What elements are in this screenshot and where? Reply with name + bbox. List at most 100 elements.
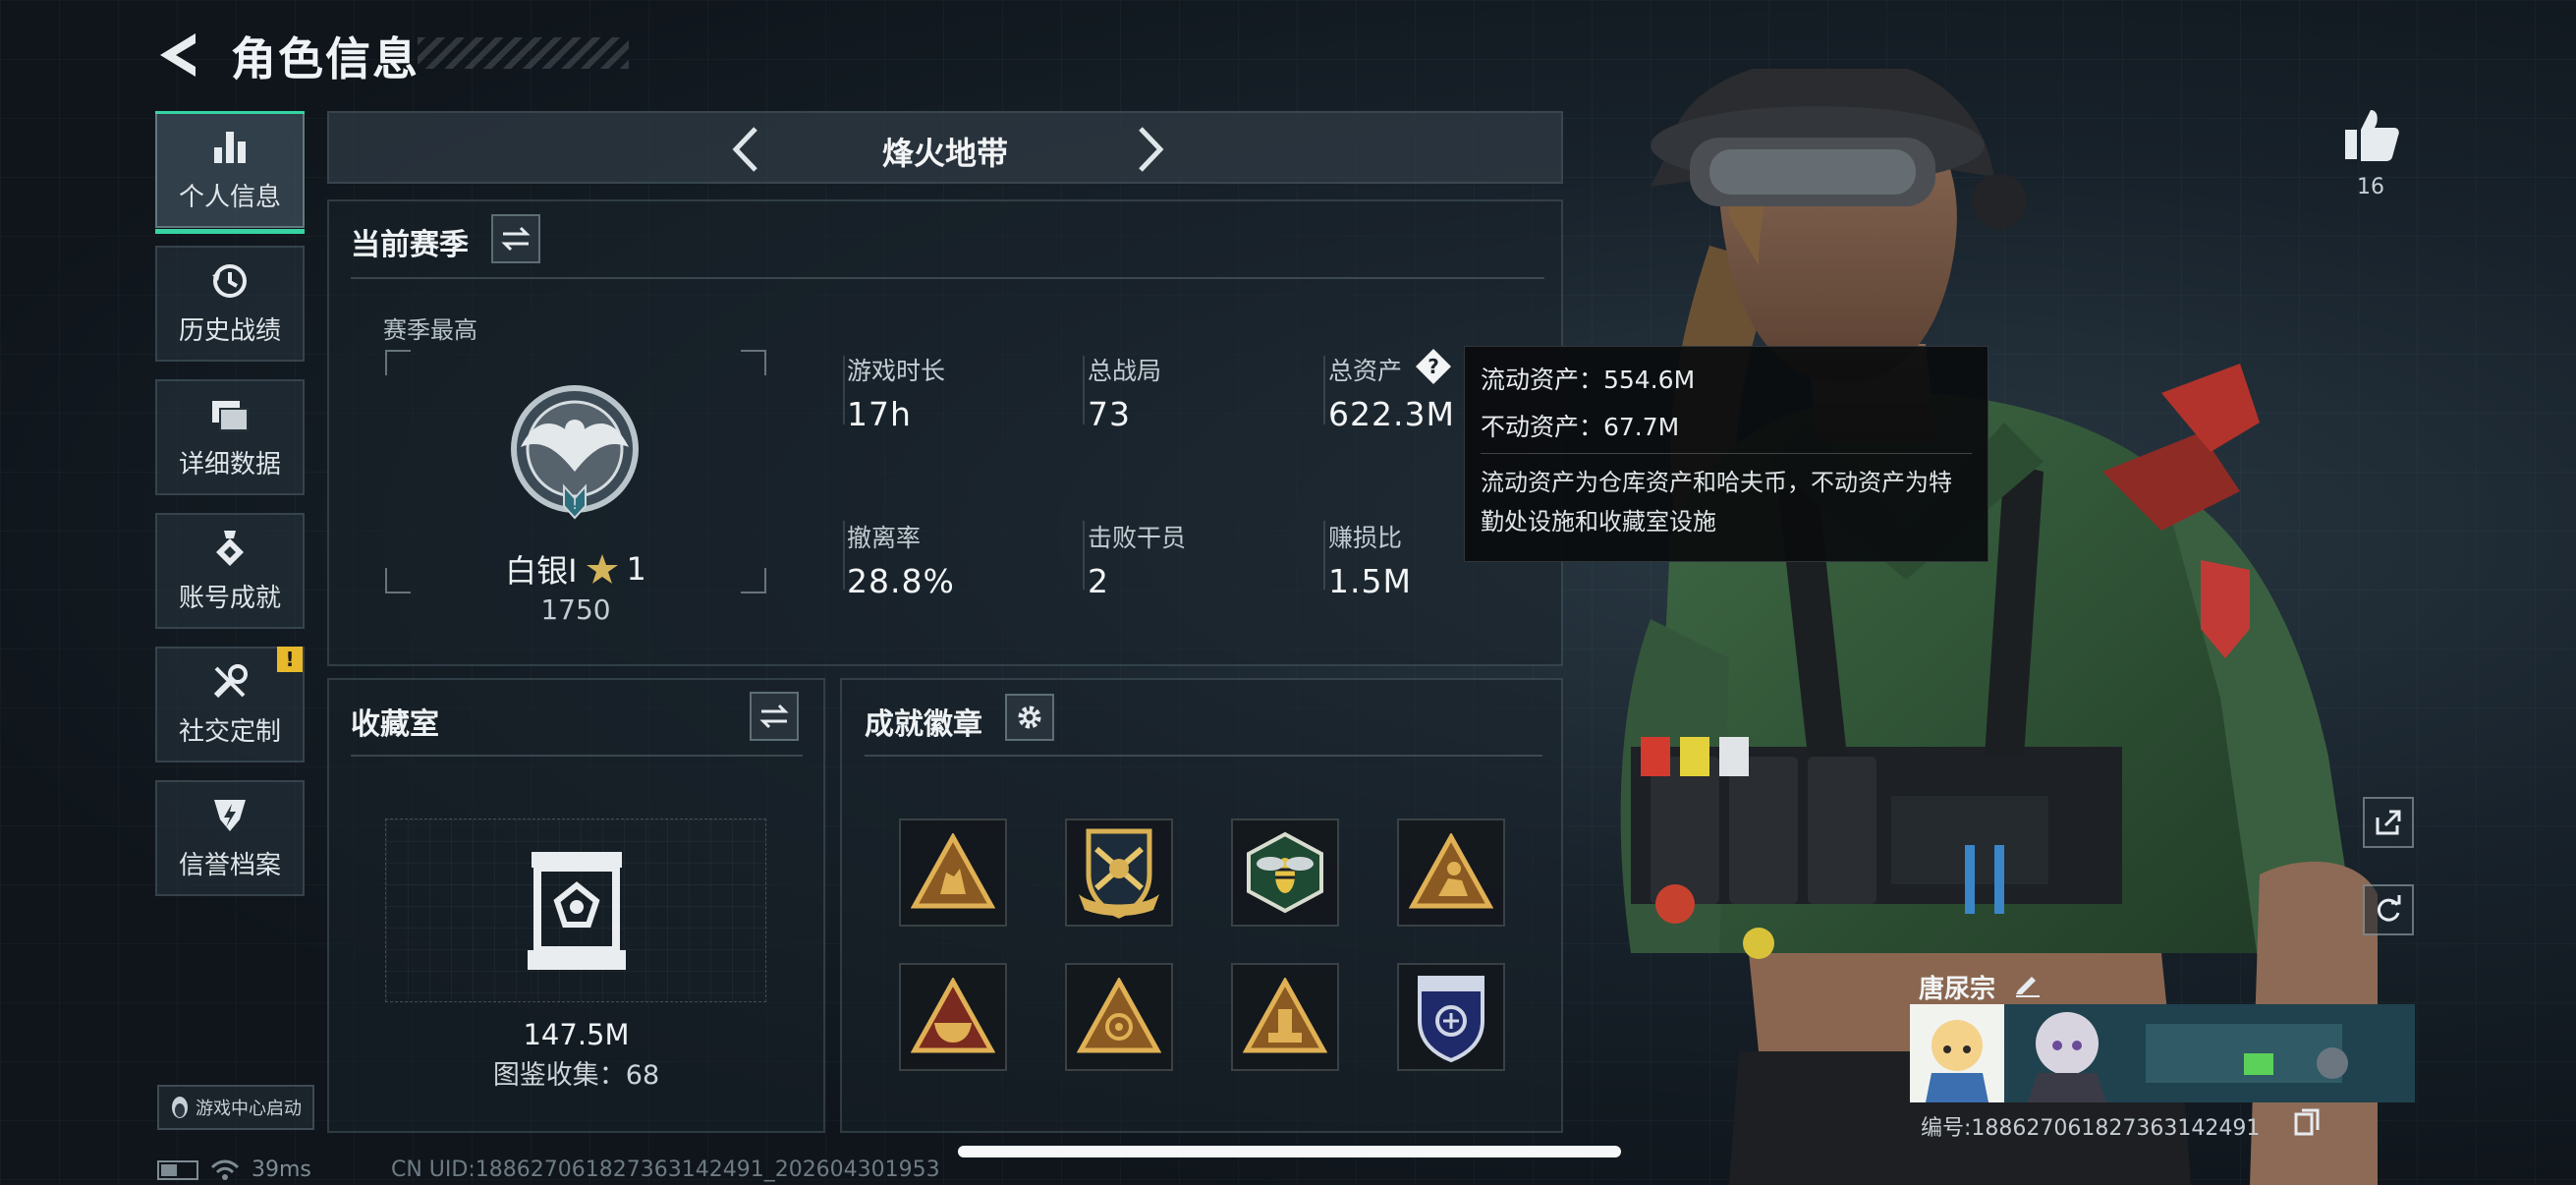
achievement-badge[interactable] [1231, 963, 1339, 1071]
share-button[interactable] [2363, 797, 2414, 848]
player-card-banner [2008, 1004, 2415, 1102]
svg-text:?: ? [1428, 355, 1439, 378]
player-card[interactable] [1910, 1004, 2415, 1102]
divider [351, 755, 803, 757]
nav-label: 个人信息 [178, 182, 281, 212]
title-decoration [418, 37, 629, 69]
nav-item-social[interactable]: ! 社交定制 [155, 647, 305, 762]
achievements-settings-button[interactable] [1005, 694, 1054, 741]
stat-assets-value: 622.3M [1328, 395, 1455, 433]
help-icon[interactable]: ? [1415, 348, 1452, 385]
frame-corner [385, 350, 411, 375]
back-arrow-icon[interactable] [152, 28, 201, 83]
achievements-title: 成就徽章 [865, 707, 982, 742]
collection-title: 收藏室 [351, 707, 439, 742]
frame-corner [741, 350, 766, 375]
uid-footer: CN UID:188627061827363142491_20260430195… [391, 1157, 940, 1182]
swap-icon [759, 704, 789, 729]
nav-label: 账号成就 [178, 583, 281, 613]
assets-tooltip: 流动资产：554.6M 不动资产：67.7M 流动资产为仓库资产和哈夫币，不动资… [1464, 346, 1988, 562]
divider [1323, 521, 1325, 590]
collection-count: 图鉴收集：68 [492, 1060, 660, 1091]
device-status: 39ms [157, 1157, 311, 1182]
rank-line: 白银I 1 [385, 546, 766, 592]
rank-display: 白银I 1 [385, 546, 766, 592]
stat-matches-value: 73 [1088, 395, 1131, 433]
folder-icon [210, 395, 250, 434]
season-title: 当前赛季 [351, 228, 469, 262]
player-name: 唐尿宗 [1919, 975, 1996, 1004]
divider [865, 755, 1542, 757]
wifi-icon [210, 1159, 240, 1180]
achievement-badge[interactable] [1397, 818, 1505, 927]
stat-extract-rate-value: 28.8% [847, 562, 955, 600]
season-high-label: 赛季最高 [383, 316, 477, 344]
nav-item-credit[interactable]: 信誉档案 [155, 780, 305, 896]
achievement-badge[interactable] [1065, 818, 1173, 927]
tools-icon [210, 662, 250, 702]
ping-text: 39ms [252, 1157, 311, 1182]
credit-shield-icon [210, 796, 250, 835]
achievement-badge[interactable] [1397, 963, 1505, 1071]
share-icon [2376, 810, 2401, 835]
chevron-right-icon[interactable] [1125, 123, 1174, 176]
nav-item-history[interactable]: 历史战绩 [155, 246, 305, 362]
stat-matches-label: 总战局 [1088, 357, 1162, 385]
nav-item-profile[interactable]: 个人信息 [155, 111, 305, 234]
refresh-button[interactable] [2363, 884, 2414, 935]
stat-play-time-label: 游戏时长 [847, 357, 946, 385]
nav-label: 详细数据 [178, 449, 281, 480]
character-info-screen: 角色信息 个人信息 历史战绩 详细数据 账号成就 ! 社交定制 信誉档案 游戏中… [0, 0, 2576, 1185]
wasp-hexagon-badge-icon [1247, 831, 1323, 914]
nav-item-details[interactable]: 详细数据 [155, 379, 305, 495]
home-indicator[interactable] [958, 1146, 1621, 1157]
thumbs-up-icon[interactable] [2341, 106, 2400, 165]
tooltip-fixed-assets: 不动资产：67.7M [1481, 413, 1680, 441]
stat-play-time-value: 17h [847, 395, 912, 433]
bar-chart-icon [210, 128, 250, 167]
game-center-launch-button[interactable]: 游戏中心启动 [157, 1085, 314, 1130]
nav-label: 信誉档案 [178, 850, 281, 880]
divider [843, 521, 845, 590]
police-shield-badge-icon [1418, 976, 1484, 1063]
display-case-icon [528, 852, 626, 970]
svg-text:!: ! [572, 497, 578, 513]
achievement-badge[interactable] [1231, 818, 1339, 927]
penguin-icon [172, 1097, 188, 1118]
season-switch-button[interactable] [491, 214, 540, 263]
player-uid: 编号:188627061827363142491 [1921, 1116, 2261, 1141]
medal-icon [210, 529, 250, 568]
mode-title: 烽火地带 [881, 135, 1008, 172]
collection-switch-button[interactable] [750, 692, 799, 741]
achievement-badge[interactable] [899, 818, 1007, 927]
gear-icon [1018, 705, 1041, 729]
copy-icon[interactable] [2294, 1108, 2320, 1136]
triangle-tower-badge-icon [1243, 978, 1327, 1053]
stat-kills-value: 2 [1088, 562, 1109, 600]
rank-score: 1750 [540, 593, 611, 626]
star-icon [586, 554, 618, 584]
avatar [1910, 1004, 2004, 1102]
nav-label: 社交定制 [178, 716, 281, 747]
page-title: 角色信息 [231, 32, 420, 85]
achievement-badge[interactable] [1065, 963, 1173, 1071]
edit-icon[interactable] [2012, 967, 2044, 998]
tooltip-liquid-assets: 流动资产：554.6M [1481, 366, 1696, 394]
divider [1481, 453, 1972, 454]
achievement-badge[interactable] [899, 963, 1007, 1071]
stat-kills-label: 击败干员 [1088, 524, 1187, 552]
nav-item-achievements[interactable]: 账号成就 [155, 513, 305, 629]
stat-extract-rate-label: 撤离率 [847, 524, 922, 552]
like-count: 16 [2357, 175, 2384, 199]
mode-selector: 烽火地带 [327, 111, 1563, 184]
rank-score-wrap: 1750 [385, 593, 766, 626]
stat-profit-label: 赚损比 [1328, 524, 1403, 552]
tooltip-note: 流动资产为仓库资产和哈夫币，不动资产为特勤处设施和收藏室设施 [1481, 469, 1952, 536]
triangle-soldiers-badge-icon [911, 833, 995, 909]
triangle-figure-badge-icon [1409, 833, 1493, 909]
divider [1083, 521, 1085, 590]
stat-assets-label: 总资产 [1328, 357, 1403, 385]
collection-value: 147.5M [523, 1018, 630, 1051]
history-icon [210, 261, 250, 301]
game-center-label: 游戏中心启动 [196, 1099, 302, 1119]
